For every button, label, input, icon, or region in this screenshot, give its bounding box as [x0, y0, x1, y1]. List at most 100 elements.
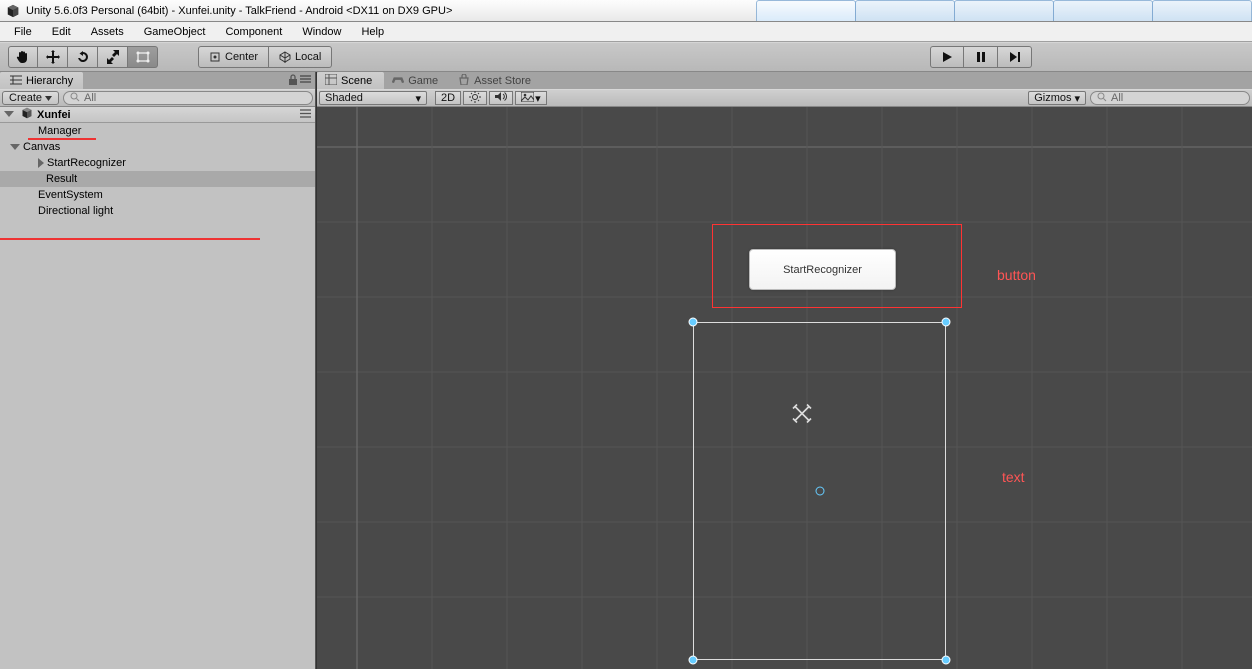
anchor-handle[interactable] — [689, 318, 698, 327]
create-dropdown[interactable]: Create — [2, 91, 59, 105]
menu-assets[interactable]: Assets — [81, 24, 134, 40]
gizmos-dropdown[interactable]: Gizmos ▾ — [1028, 91, 1086, 105]
anchor-handle[interactable] — [942, 318, 951, 327]
scene-tab-row: Scene Game Asset Store — [317, 72, 1252, 89]
create-label: Create — [9, 92, 42, 104]
annotation-underline — [28, 138, 96, 140]
play-button[interactable] — [930, 46, 964, 68]
tree-label: Directional light — [38, 205, 113, 217]
tree-row-selected[interactable]: Result — [0, 171, 315, 187]
chevron-down-icon — [4, 111, 14, 117]
menu-gameobject[interactable]: GameObject — [134, 24, 216, 40]
tree-row[interactable]: EventSystem — [0, 187, 315, 203]
2d-toggle[interactable]: 2D — [435, 91, 461, 105]
sun-icon — [469, 91, 481, 106]
hierarchy-tab[interactable]: Hierarchy — [0, 72, 83, 89]
scene-viewport[interactable]: StartRecognizer button — [317, 107, 1252, 669]
step-button[interactable] — [998, 46, 1032, 68]
tree-row[interactable]: Manager — [0, 123, 315, 139]
hierarchy-panel: Hierarchy Create — [0, 72, 316, 669]
main-area: Hierarchy Create — [0, 72, 1252, 669]
tree-row[interactable]: StartRecognizer — [0, 155, 315, 171]
audio-icon — [495, 91, 507, 105]
unity-scene-icon — [21, 107, 33, 122]
menu-help[interactable]: Help — [351, 24, 394, 40]
rect-tool[interactable] — [128, 46, 158, 68]
tab-asset-store-label: Asset Store — [474, 75, 531, 87]
menu-file[interactable]: File — [4, 24, 42, 40]
annotation-text-button: button — [997, 267, 1036, 283]
anchor-handle[interactable] — [689, 656, 698, 665]
tab-scene[interactable]: Scene — [317, 72, 384, 89]
2d-label: 2D — [441, 92, 455, 104]
image-icon — [521, 92, 534, 105]
scene-toolbar: Shaded ▾ 2D ▾ — [317, 89, 1252, 107]
chevron-down-icon[interactable] — [10, 144, 20, 150]
hierarchy-search[interactable]: All — [63, 91, 313, 105]
panel-menu-icon[interactable] — [300, 74, 311, 88]
pivot-indicator[interactable] — [816, 487, 825, 496]
draw-mode-dropdown[interactable]: Shaded ▾ — [319, 91, 427, 105]
rotate-tool[interactable] — [68, 46, 98, 68]
menu-window[interactable]: Window — [292, 24, 351, 40]
transform-tools — [8, 46, 158, 68]
local-icon — [279, 51, 291, 63]
panel-options — [288, 74, 311, 88]
menubar: File Edit Assets GameObject Component Wi… — [0, 22, 1252, 42]
annotation-underline — [0, 238, 260, 240]
menu-edit[interactable]: Edit — [42, 24, 81, 40]
move-tool[interactable] — [38, 46, 68, 68]
lighting-toggle[interactable] — [463, 91, 487, 105]
background-window-tabs — [757, 0, 1252, 22]
hand-tool[interactable] — [8, 46, 38, 68]
hierarchy-toolbar: Create All — [0, 89, 315, 107]
tab-asset-store[interactable]: Asset Store — [450, 72, 543, 89]
search-placeholder: All — [84, 92, 96, 104]
scene-menu-icon[interactable] — [300, 109, 311, 121]
tab-scene-label: Scene — [341, 75, 372, 87]
anchor-pin-icon — [791, 403, 813, 428]
annotation-text-text: text — [1002, 469, 1025, 485]
asset-store-icon — [458, 74, 470, 88]
scale-tool[interactable] — [98, 46, 128, 68]
hierarchy-tab-row: Hierarchy — [0, 72, 315, 89]
main-toolbar: Center Local — [0, 42, 1252, 72]
hierarchy-tree: Manager Canvas StartRecognizer Result Ev… — [0, 123, 315, 669]
titlebar: Unity 5.6.0f3 Personal (64bit) - Xunfei.… — [0, 0, 1252, 22]
pause-button[interactable] — [964, 46, 998, 68]
chevron-down-icon: ▾ — [415, 92, 421, 105]
tree-row[interactable]: Canvas — [0, 139, 315, 155]
tab-game[interactable]: Game — [384, 72, 450, 89]
ui-button-object[interactable]: StartRecognizer — [749, 249, 896, 290]
lock-icon[interactable] — [288, 74, 298, 88]
ui-button-label: StartRecognizer — [783, 264, 862, 276]
search-icon — [70, 92, 80, 105]
tree-label: StartRecognizer — [47, 157, 126, 169]
pivot-center-button[interactable]: Center — [198, 46, 269, 68]
tree-label: Result — [46, 173, 77, 185]
center-icon — [209, 51, 221, 63]
scene-panel: Scene Game Asset Store Shaded ▾ — [316, 72, 1252, 669]
tree-row[interactable]: Directional light — [0, 203, 315, 219]
search-placeholder: All — [1111, 92, 1123, 104]
audio-toggle[interactable] — [489, 91, 513, 105]
anchor-handle[interactable] — [942, 656, 951, 665]
effects-dropdown[interactable]: ▾ — [515, 91, 547, 105]
chevron-down-icon: ▾ — [535, 92, 541, 105]
chevron-right-icon[interactable] — [38, 158, 44, 168]
game-tab-icon — [392, 74, 404, 88]
scene-search[interactable]: All — [1090, 91, 1250, 105]
scene-tab-icon — [325, 74, 337, 88]
window-title: Unity 5.6.0f3 Personal (64bit) - Xunfei.… — [26, 5, 452, 17]
hierarchy-icon — [10, 75, 22, 88]
draw-mode-label: Shaded — [325, 92, 363, 104]
tree-label: Canvas — [23, 141, 60, 153]
pivot-local-button[interactable]: Local — [269, 46, 332, 68]
pivot-center-label: Center — [225, 51, 258, 63]
chevron-down-icon: ▾ — [1074, 92, 1080, 105]
menu-component[interactable]: Component — [215, 24, 292, 40]
gizmos-label: Gizmos — [1034, 92, 1071, 104]
search-icon — [1097, 92, 1107, 105]
tree-label: Manager — [38, 125, 81, 137]
scene-header-row[interactable]: Xunfei — [0, 107, 315, 123]
